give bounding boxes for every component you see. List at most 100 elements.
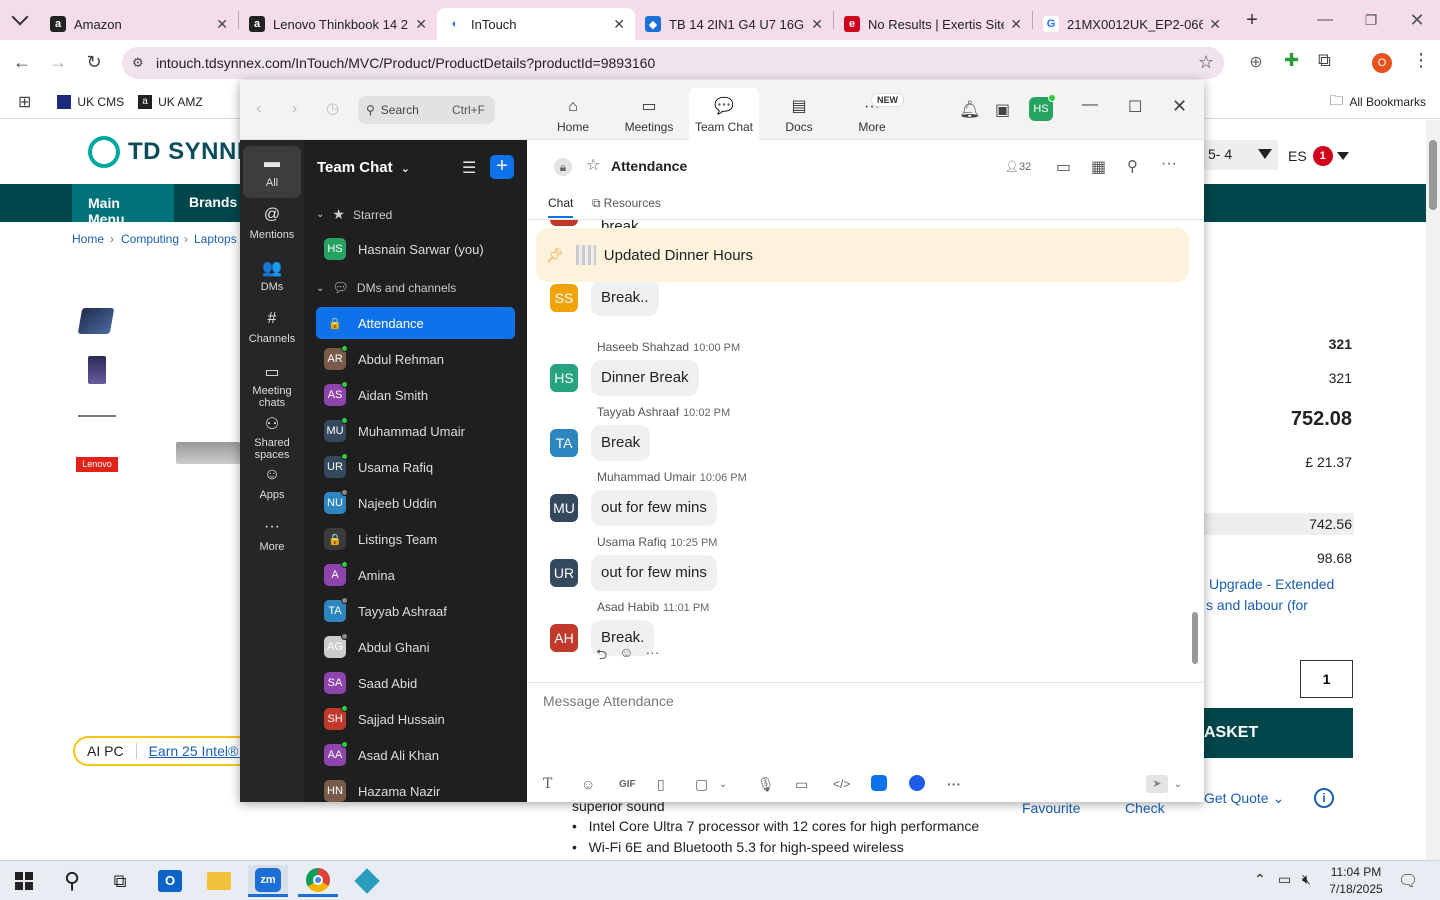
tab-close-icon[interactable]: ✕ (811, 16, 823, 33)
maximize-button[interactable]: ☐ (1128, 97, 1142, 117)
apps-grid-icon[interactable]: ⊞ (18, 92, 31, 112)
task-view-icon[interactable]: ⧉ (100, 865, 140, 897)
chat-list-item[interactable]: SA Saad Abid (316, 667, 515, 699)
breadcrumb-laptops[interactable]: Laptops (194, 232, 237, 246)
back-button[interactable]: ← (4, 52, 40, 73)
breadcrumb-computing[interactable]: Computing (121, 232, 179, 246)
message-avatar[interactable]: UR (550, 559, 578, 587)
sender-name[interactable]: Haseeb Shahzad (597, 340, 689, 354)
browser-tab[interactable]: ◆ TB 14 2IN1 G4 U7 16GB ✕ (635, 8, 833, 40)
lenovo-logo[interactable]: Lenovo (76, 457, 118, 472)
bookmark-star-icon[interactable]: ☆ (1198, 52, 1214, 73)
rail-item-all[interactable]: ▬ All (243, 146, 301, 198)
app-icon-blue-2[interactable] (909, 774, 947, 794)
translate-icon[interactable]: ⊕ (1244, 52, 1268, 76)
volume-muted-icon[interactable]: 🔇︎ (1302, 871, 1311, 888)
emoji-reaction-icon[interactable]: ☺ (619, 644, 633, 668)
search-box[interactable]: ⚲ Search Ctrl+F (358, 96, 495, 124)
chat-list-item[interactable]: AR Abdul Rehman (316, 343, 515, 375)
chat-list-item[interactable]: AA Asad Ali Khan (316, 739, 515, 771)
dms-section-header[interactable]: ⌄ 💬︎ DMs and channels (316, 280, 456, 296)
emoji-icon[interactable]: ☺ (581, 776, 619, 792)
main-menu-button[interactable]: Main Menu (72, 184, 174, 227)
message-avatar[interactable]: TA (550, 429, 578, 457)
add-to-basket-button[interactable]: ASKET (1204, 708, 1353, 758)
forward-button[interactable]: → (40, 52, 76, 73)
code-snippet-icon[interactable]: </> (833, 777, 871, 791)
new-tab-button[interactable]: + (1237, 9, 1267, 32)
reply-icon[interactable]: ⮌ (596, 644, 607, 668)
message-avatar[interactable]: AH (550, 624, 578, 652)
chat-list-item[interactable]: HN Hazama Nazir (316, 775, 515, 802)
all-bookmarks[interactable]: 🗀 All Bookmarks (1329, 90, 1426, 114)
zoom-taskbar-icon[interactable]: zm (248, 865, 288, 897)
chat-list-item[interactable]: UR Usama Rafiq (316, 451, 515, 483)
scrollbar-thumb[interactable] (1429, 140, 1437, 210)
browser-tab[interactable]: e No Results | Exertis Site ✕ (834, 8, 1032, 40)
page-scrollbar[interactable] (1426, 120, 1440, 860)
site-info-icon[interactable]: ⚙ (132, 55, 144, 71)
calendar-icon[interactable]: ▦ (1091, 157, 1106, 177)
pinned-message[interactable]: 📌︎ Updated Dinner Hours (536, 228, 1189, 282)
browser-tab[interactable]: ◐ InTouch ✕ (437, 8, 635, 40)
browser-tab[interactable]: a Amazon ✕ (40, 8, 238, 40)
message-bubble[interactable]: Break.. (591, 280, 659, 316)
chat-list-item[interactable]: 🔒 Listings Team (316, 523, 515, 555)
close-window-button[interactable]: ✕ (1394, 10, 1440, 31)
language-selector[interactable]: ES 1 (1288, 146, 1349, 166)
upgrade-link[interactable]: Upgrade - Extended (1209, 576, 1334, 592)
chat-list-item[interactable]: A Amina (316, 559, 515, 591)
panel-title[interactable]: Team Chat ⌄ (317, 159, 410, 176)
file-explorer-icon[interactable] (199, 865, 239, 897)
message-input[interactable]: Message Attendance (543, 693, 1183, 709)
product-thumbnail[interactable] (78, 415, 116, 417)
sender-name[interactable]: Asad Habib (597, 600, 659, 614)
browser-tab[interactable]: a Lenovo Thinkbook 14 2 ✕ (239, 8, 437, 40)
gif-button[interactable]: GIF (619, 779, 657, 790)
chat-list-item[interactable]: SH Sajjad Hussain (316, 703, 515, 735)
message-avatar[interactable]: HS (550, 364, 578, 392)
star-outline-icon[interactable]: ☆ (586, 155, 600, 175)
sender-name[interactable]: Tayyab Ashraaf (597, 405, 679, 419)
earn-intel-link[interactable]: Earn 25 Intel® p (135, 743, 250, 759)
tab-docs[interactable]: ▤ Docs (764, 88, 834, 140)
search-icon[interactable]: ⚲ (1127, 157, 1138, 175)
message-bubble[interactable]: out for few mins (591, 555, 717, 591)
chat-list-item[interactable]: AG Abdul Ghani (316, 631, 515, 663)
microphone-icon[interactable]: 🎙︎ (757, 776, 795, 793)
more-options-icon[interactable]: ··· (1161, 155, 1177, 173)
qty-select[interactable]: 5- 4 (1204, 140, 1278, 170)
network-icon[interactable]: ▭ (1278, 871, 1291, 888)
forward-arrow-icon[interactable]: › (292, 100, 297, 118)
browser-tab[interactable]: G 21MX0012UK_EP2-066 ✕ (1033, 8, 1231, 40)
tab-chat[interactable]: Chat (548, 196, 574, 218)
tab-close-icon[interactable]: ✕ (1010, 16, 1022, 33)
send-button[interactable]: ➤ (1146, 775, 1168, 793)
video-message-icon[interactable]: ▭ (795, 776, 833, 793)
message-avatar[interactable]: MU (550, 494, 578, 522)
rail-item-mentions[interactable]: @ Mentions (243, 198, 301, 250)
message-bubble[interactable]: out for few mins (591, 490, 717, 526)
tab-resources[interactable]: ⧉ Resources (592, 196, 661, 211)
more-composer-icon[interactable]: ··· (947, 776, 985, 792)
format-text-icon[interactable]: T (543, 776, 581, 792)
chat-list-item[interactable]: NU Najeeb Uddin (316, 487, 515, 519)
close-button[interactable]: ✕ (1172, 96, 1187, 117)
address-bar[interactable]: ⚙ intouch.tdsynnex.com/InTouch/MVC/Produ… (122, 47, 1224, 79)
browser-menu-icon[interactable]: ⋮ (1412, 50, 1430, 71)
notifications-bell-icon[interactable]: 🔔︎ (959, 100, 981, 120)
extensions-puzzle-icon[interactable]: ⧉ (1318, 50, 1331, 71)
tab-close-icon[interactable]: ✕ (1209, 16, 1221, 33)
chat-list-item[interactable]: TA Tayyab Ashraaf (316, 595, 515, 627)
back-arrow-icon[interactable]: ‹ (256, 100, 261, 118)
tab-close-icon[interactable]: ✕ (216, 16, 228, 33)
filter-icon[interactable]: ☰ (462, 158, 476, 178)
chat-scrollbar-thumb[interactable] (1192, 612, 1198, 664)
rail-item-apps[interactable]: ☺ Apps (243, 458, 301, 510)
chrome-icon[interactable] (298, 865, 338, 897)
restore-window-button[interactable]: ❐ (1348, 12, 1394, 29)
breadcrumb-home[interactable]: Home (72, 232, 104, 246)
info-icon[interactable]: i (1314, 788, 1334, 808)
tab-home[interactable]: ⌂ Home (538, 88, 608, 140)
tab-team-chat[interactable]: 💬 Team Chat (689, 88, 759, 140)
